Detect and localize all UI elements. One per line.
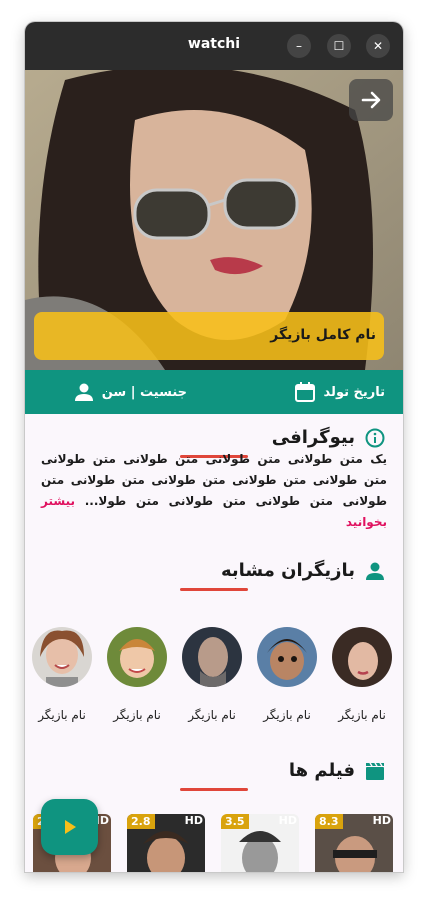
actor-avatar — [182, 627, 242, 687]
film-quality-badge: HD — [184, 814, 203, 827]
actor-hero-image: نام کامل بازیگر — [25, 70, 403, 370]
actor-avatar — [107, 627, 167, 687]
birth-date-label: تاریخ تولد — [323, 384, 385, 400]
app-window: watchi – ☐ ✕ نام کامل بازیگر تاریخ تولد … — [25, 22, 403, 872]
person-icon — [74, 383, 93, 401]
film-rating-badge: 3.5 — [221, 814, 249, 829]
film-card[interactable]: 8.3 HD — [315, 814, 393, 872]
person-icon — [366, 562, 384, 580]
film-quality-badge: HD — [278, 814, 297, 827]
minimize-button[interactable]: – — [287, 34, 311, 58]
similar-actor-item[interactable]: نام بازیگر — [330, 627, 394, 722]
actor-avatar — [332, 627, 392, 687]
actor-avatar — [257, 627, 317, 687]
clapperboard-icon — [366, 762, 384, 780]
similar-actor-item[interactable]: نام بازیگر — [255, 627, 319, 722]
close-button[interactable]: ✕ — [366, 34, 390, 58]
arrow-right-icon — [361, 91, 381, 109]
info-icon — [365, 428, 385, 447]
films-underline — [180, 788, 248, 791]
biography-text-block: یک متن طولانی متن طولانی متن طولانی متن … — [41, 449, 387, 533]
actor-name-banner: نام کامل بازیگر — [34, 312, 384, 360]
actor-name: نام بازیگر — [263, 708, 311, 722]
similar-actor-item[interactable]: نام بازیگر — [180, 627, 244, 722]
films-title: فیلم ها — [288, 760, 355, 781]
actor-avatar — [32, 627, 92, 687]
film-card[interactable]: 3.5 HD — [221, 814, 299, 872]
calendar-icon — [294, 382, 315, 402]
similar-actors-title: بازیگران مشابه — [221, 560, 355, 581]
biography-header: بیوگرافی — [272, 427, 385, 448]
gender-age-label: جنسیت | سن — [101, 384, 187, 400]
actor-info-bar: تاریخ تولد جنسیت | سن — [25, 370, 403, 414]
similar-actors-header: بازیگران مشابه — [221, 560, 385, 581]
maximize-button[interactable]: ☐ — [327, 34, 351, 58]
films-header: فیلم ها — [289, 760, 385, 781]
film-card[interactable]: 2.8 HD — [127, 814, 205, 872]
film-rating-badge: 8.3 — [315, 814, 343, 829]
similar-actor-item[interactable]: نام بازیگر — [30, 627, 94, 722]
title-bar: watchi – ☐ ✕ — [25, 22, 403, 70]
birth-date-item: تاریخ تولد — [294, 370, 385, 414]
gender-age-item: جنسیت | سن — [74, 370, 187, 414]
actor-name: نام بازیگر — [38, 708, 86, 722]
biography-text: یک متن طولانی متن طولانی متن طولانی متن … — [41, 452, 387, 508]
play-icon — [64, 820, 76, 834]
back-button[interactable] — [349, 79, 393, 121]
play-fab-button[interactable] — [41, 799, 98, 855]
actor-full-name: نام کامل بازیگر — [270, 327, 376, 343]
actor-name: نام بازیگر — [338, 708, 386, 722]
similar-actors-underline — [180, 588, 248, 591]
film-rating-badge: 2.8 — [127, 814, 155, 829]
film-quality-badge: HD — [372, 814, 391, 827]
similar-actor-item[interactable]: نام بازیگر — [105, 627, 169, 722]
actor-name: نام بازیگر — [188, 708, 236, 722]
actor-name: نام بازیگر — [113, 708, 161, 722]
biography-title: بیوگرافی — [271, 427, 355, 448]
